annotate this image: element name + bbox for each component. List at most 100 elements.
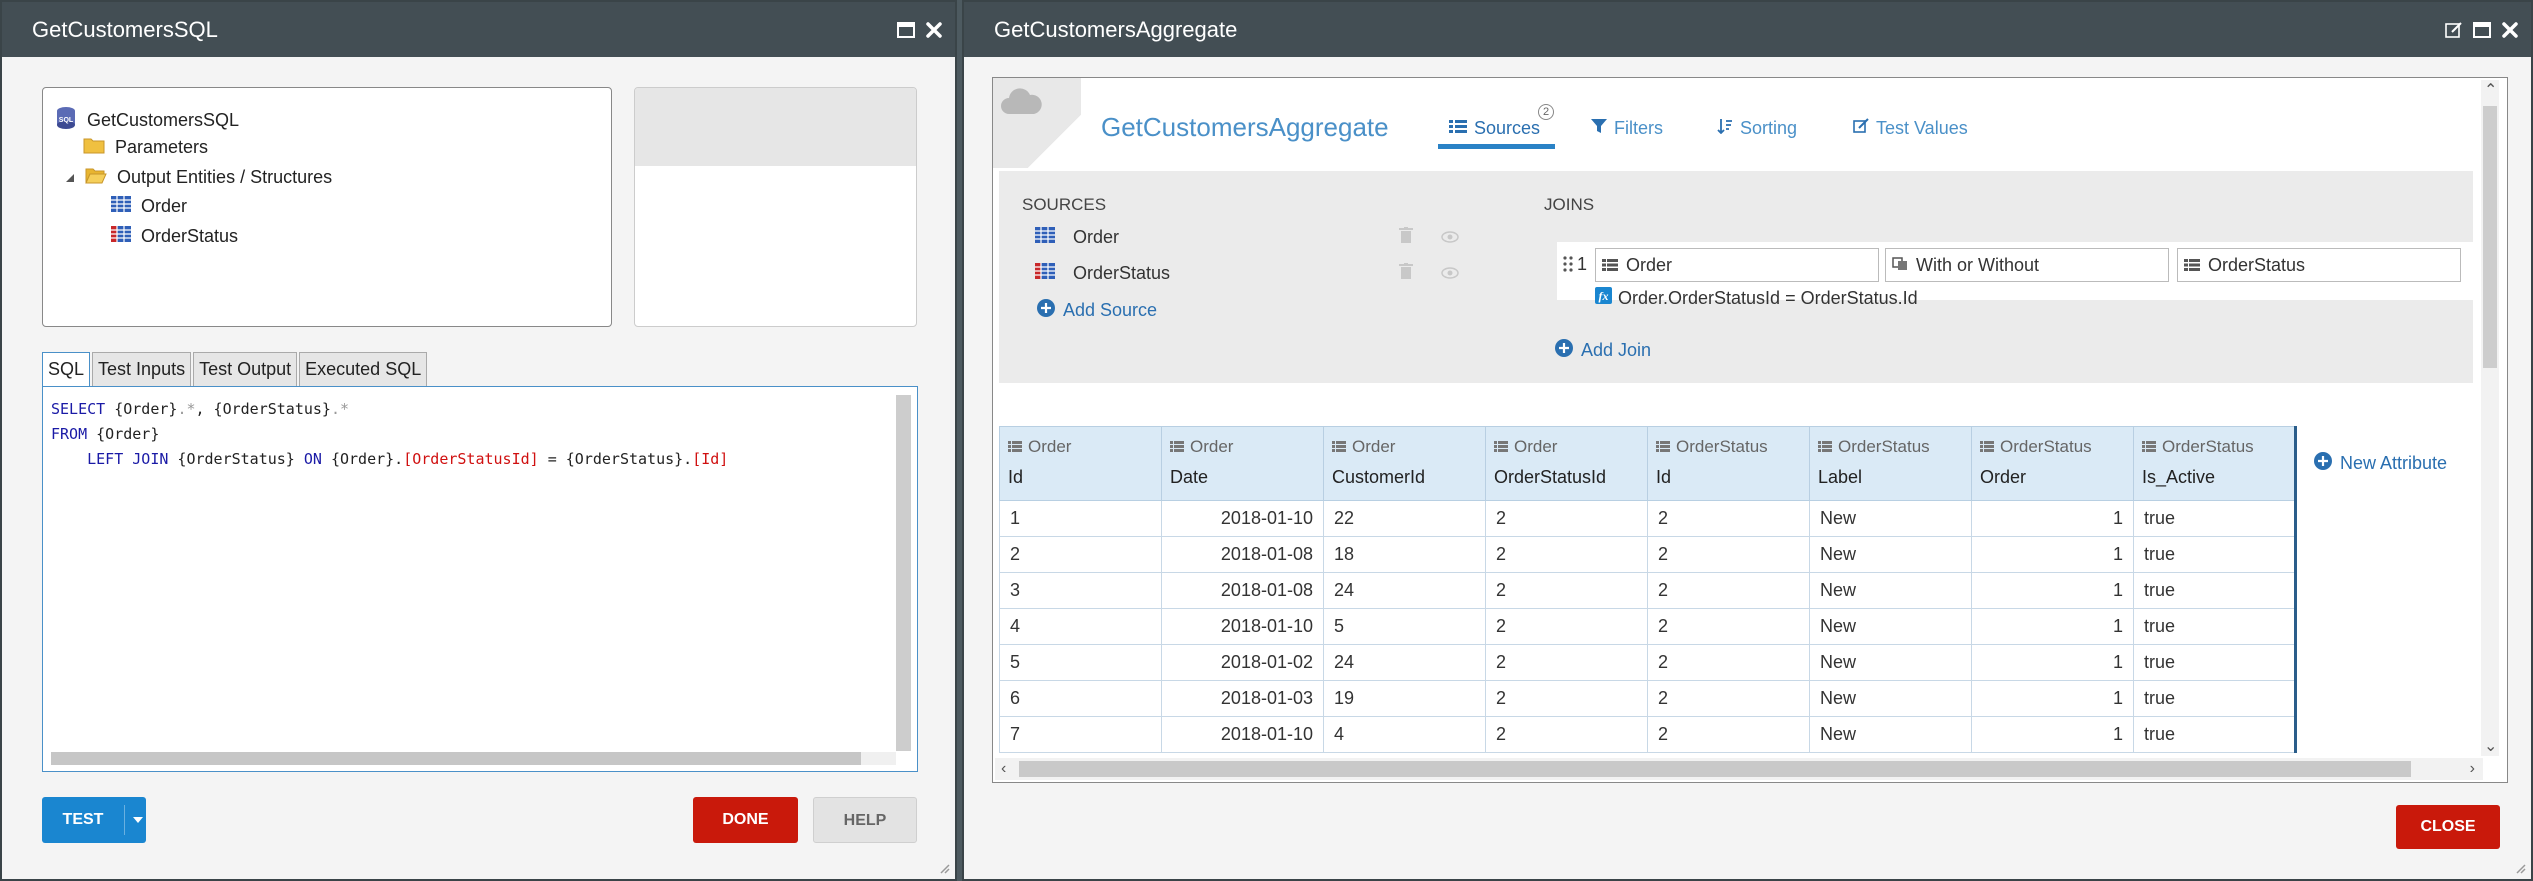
table-cell: New <box>1809 500 1972 537</box>
table-cell: 1 <box>1971 500 2134 537</box>
code-keyword: LEFT JOIN <box>87 450 169 468</box>
table-row: 3 2018-01-08 24 2 2 New 1 true <box>999 572 2297 609</box>
tab-sources-label: Sources <box>1474 118 1541 138</box>
new-attribute-link[interactable]: New Attribute <box>2314 452 2447 475</box>
close-button[interactable]: CLOSE <box>2396 805 2500 849</box>
code-token: {Order} <box>105 400 178 418</box>
join-right-select[interactable]: OrderStatus <box>2177 248 2461 282</box>
table-cell: New <box>1809 536 1972 573</box>
sql-side-panel <box>634 87 917 327</box>
tree-item-parameters[interactable]: Parameters <box>83 136 208 159</box>
tree-item-outputs[interactable]: Output Entities / Structures <box>65 166 332 189</box>
table-cell: 2018-01-03 <box>1161 680 1324 717</box>
source-item-orderstatus[interactable]: OrderStatus <box>1035 263 1170 284</box>
scroll-down-icon[interactable]: ⌄ <box>2484 738 2497 756</box>
aggregate-horizontal-scrollbar[interactable]: ‹ › <box>995 758 2483 780</box>
resize-grip-icon[interactable] <box>935 859 951 875</box>
sql-code[interactable]: SELECT {Order}.*, {OrderStatus}.* FROM {… <box>51 397 728 472</box>
eye-icon[interactable] <box>1441 263 1459 284</box>
column-entity-label: Order <box>1352 437 1396 456</box>
column-header-4[interactable]: OrderStatus Id <box>1647 426 1810 501</box>
column-header-2[interactable]: Order CustomerId <box>1323 426 1486 501</box>
sql-editor[interactable]: SELECT {Order}.*, {OrderStatus}.* FROM {… <box>42 386 918 772</box>
aggregate-window-title: GetCustomersAggregate <box>994 17 1238 42</box>
svg-text:SQL: SQL <box>59 117 74 124</box>
column-header-0[interactable]: Order Id <box>999 426 1162 501</box>
column-attribute-label: Order <box>1980 467 2027 487</box>
help-button[interactable]: HELP <box>813 797 917 843</box>
join-condition[interactable]: fx Order.OrderStatusId = OrderStatus.Id <box>1595 287 1918 309</box>
table-cell: New <box>1809 716 1972 753</box>
maximize-icon[interactable] <box>2473 21 2491 38</box>
tab-test-values[interactable]: Test Values <box>1853 118 1968 139</box>
table-cell: 19 <box>1323 680 1486 717</box>
aggregate-window-titlebar[interactable]: GetCustomersAggregate <box>964 2 2531 57</box>
column-header-1[interactable]: Order Date <box>1161 426 1324 501</box>
scroll-left-icon[interactable]: ‹ <box>1001 760 1006 778</box>
scroll-right-icon[interactable]: › <box>2470 760 2475 778</box>
source-name: Order <box>1073 227 1120 247</box>
joins-heading: JOINS <box>1544 195 1595 214</box>
function-icon: fx <box>1595 287 1612 309</box>
join-left-value: Order <box>1626 254 1673 275</box>
aggregate-vertical-scrollbar[interactable]: ⌃ ⌄ <box>2481 80 2499 756</box>
grid-icon <box>1980 437 1994 457</box>
join-type-select[interactable]: With or Without <box>1885 248 2169 282</box>
column-header-7[interactable]: OrderStatus Is_Active <box>2133 426 2297 501</box>
sources-heading: SOURCES <box>1022 195 1107 214</box>
table-cell: 3 <box>999 572 1162 609</box>
tree-item-orderstatus[interactable]: OrderStatus <box>111 226 238 247</box>
tab-sources[interactable]: Sources 2 <box>1449 104 1555 139</box>
table-cell: 2 <box>1485 644 1648 681</box>
static-entity-icon <box>1035 263 1055 284</box>
tab-sql[interactable]: SQL <box>42 352 91 386</box>
add-join-link[interactable]: Add Join <box>1555 339 1651 362</box>
tree-item-order[interactable]: Order <box>111 196 187 217</box>
tree-root[interactable]: SQL GetCustomersSQL <box>55 106 239 135</box>
table-cell: 2018-01-10 <box>1161 608 1324 645</box>
tab-executed-sql[interactable]: Executed SQL <box>299 352 428 386</box>
edit-values-icon <box>1853 118 1869 139</box>
close-icon[interactable] <box>2501 21 2519 39</box>
test-button[interactable]: TEST <box>42 797 146 843</box>
table-cell: 2 <box>1485 680 1648 717</box>
folder-icon <box>83 136 105 159</box>
resize-grip-icon[interactable] <box>2511 859 2527 875</box>
maximize-icon[interactable] <box>897 21 915 38</box>
code-field: [Id] <box>692 450 729 468</box>
caret-down-icon[interactable] <box>133 817 143 823</box>
drag-handle-icon[interactable] <box>1563 256 1573 277</box>
close-icon[interactable] <box>925 21 943 39</box>
sources-joins-panel: SOURCES Order OrderStatus Add Source JOI… <box>999 171 2473 383</box>
tab-test-inputs[interactable]: Test Inputs <box>92 352 192 386</box>
expand-triangle-icon[interactable] <box>65 167 75 188</box>
trash-icon[interactable] <box>1399 263 1413 284</box>
table-cell: 6 <box>999 680 1162 717</box>
column-header-3[interactable]: Order OrderStatusId <box>1485 426 1648 501</box>
sql-window-titlebar[interactable]: GetCustomersSQL <box>2 2 955 57</box>
eye-icon[interactable] <box>1441 227 1459 248</box>
editor-vertical-scrollbar[interactable] <box>896 395 911 751</box>
table-row: 1 2018-01-10 22 2 2 New 1 true <box>999 500 2297 537</box>
tab-test-output[interactable]: Test Output <box>193 352 298 386</box>
edit-icon[interactable] <box>2445 21 2463 39</box>
done-button[interactable]: DONE <box>693 797 798 843</box>
table-cell: true <box>2133 608 2297 645</box>
source-name: OrderStatus <box>1073 263 1171 283</box>
aggregate-title[interactable]: GetCustomersAggregate <box>1101 112 1389 143</box>
column-header-5[interactable]: OrderStatus Label <box>1809 426 1972 501</box>
add-source-link[interactable]: Add Source <box>1037 299 1157 322</box>
trash-icon[interactable] <box>1399 227 1413 248</box>
scroll-up-icon[interactable]: ⌃ <box>2484 82 2497 100</box>
table-cell: 1 <box>1971 572 2134 609</box>
table-cell: 18 <box>1323 536 1486 573</box>
column-header-6[interactable]: OrderStatus Order <box>1971 426 2134 501</box>
table-cell: 24 <box>1323 644 1486 681</box>
tab-sorting[interactable]: Sorting <box>1717 118 1797 139</box>
table-row: 5 2018-01-02 24 2 2 New 1 true <box>999 644 2297 681</box>
editor-horizontal-scrollbar[interactable] <box>51 752 896 765</box>
join-left-select[interactable]: Order <box>1595 248 1879 282</box>
column-attribute-label: Id <box>1008 467 1024 487</box>
tab-filters[interactable]: Filters <box>1591 118 1663 139</box>
source-item-order[interactable]: Order <box>1035 227 1119 248</box>
